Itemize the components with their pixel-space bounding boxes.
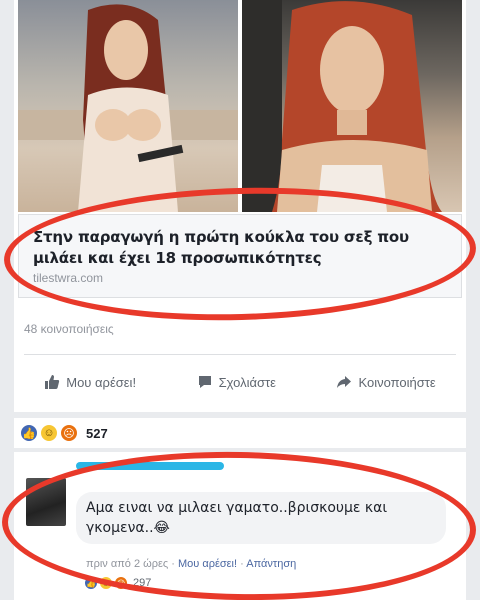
- comment-reactions-count: 297: [133, 577, 152, 589]
- angry-icon: ☹: [60, 424, 78, 442]
- avatar[interactable]: [26, 478, 66, 526]
- divider: [24, 354, 456, 355]
- comment-text: Αμα ειναι να μιλαει γαματο..βρισκουμε κα…: [76, 492, 446, 544]
- comment-reply-link[interactable]: Απάντηση: [246, 558, 296, 570]
- comment-time[interactable]: πριν από 2 ώρες: [86, 558, 168, 570]
- comment-reactions[interactable]: 👍 ☺ ☹ 297: [84, 576, 151, 590]
- haha-icon: ☺: [40, 424, 58, 442]
- doll-photo-left: [18, 4, 238, 212]
- like-label: Μου αρέσει!: [66, 374, 137, 390]
- haha-icon: ☺: [99, 576, 113, 590]
- link-preview[interactable]: Στην παραγωγή η πρώτη κούκλα του σεξ που…: [18, 214, 462, 298]
- comment-like-link[interactable]: Μου αρέσει!: [178, 558, 237, 570]
- photo-left[interactable]: [18, 0, 238, 212]
- doll-photo-right: [242, 0, 442, 212]
- reactions-count: 527: [86, 425, 108, 441]
- share-count[interactable]: 48 κοινοποιήσεις: [24, 322, 114, 336]
- post-photos[interactable]: [18, 0, 462, 212]
- angry-icon: ☹: [114, 576, 128, 590]
- like-icon: 👍: [84, 576, 98, 590]
- link-domain: tilestwra.com: [33, 271, 104, 285]
- thumbs-up-icon: [45, 375, 60, 389]
- action-bar: Μου αρέσει! Σχολιάστε Κοινοποιήστε: [14, 368, 466, 396]
- reactions-summary[interactable]: 👍 ☺ ☹ 527: [14, 418, 466, 448]
- commenter-name-redacted[interactable]: [76, 462, 224, 470]
- post-card: Στην παραγωγή η πρώτη κούκλα του σεξ που…: [14, 0, 466, 412]
- comment-label: Σχολιάστε: [218, 374, 276, 390]
- like-icon: 👍: [20, 424, 38, 442]
- photo-right[interactable]: [242, 0, 462, 212]
- comment-icon: [198, 376, 211, 388]
- comment: Αμα ειναι να μιλαει γαματο..βρισκουμε κα…: [14, 452, 466, 600]
- share-label: Κοινοποιήστε: [358, 374, 436, 390]
- comment-meta: πριν από 2 ώρες · Μου αρέσει! · Απάντηση: [86, 558, 297, 570]
- like-button[interactable]: Μου αρέσει!: [44, 374, 136, 390]
- comment-button[interactable]: Σχολιάστε: [197, 374, 276, 390]
- share-icon: [337, 376, 352, 388]
- share-button[interactable]: Κοινοποιήστε: [336, 374, 436, 390]
- link-title[interactable]: Στην παραγωγή η πρώτη κούκλα του σεξ που…: [33, 227, 447, 269]
